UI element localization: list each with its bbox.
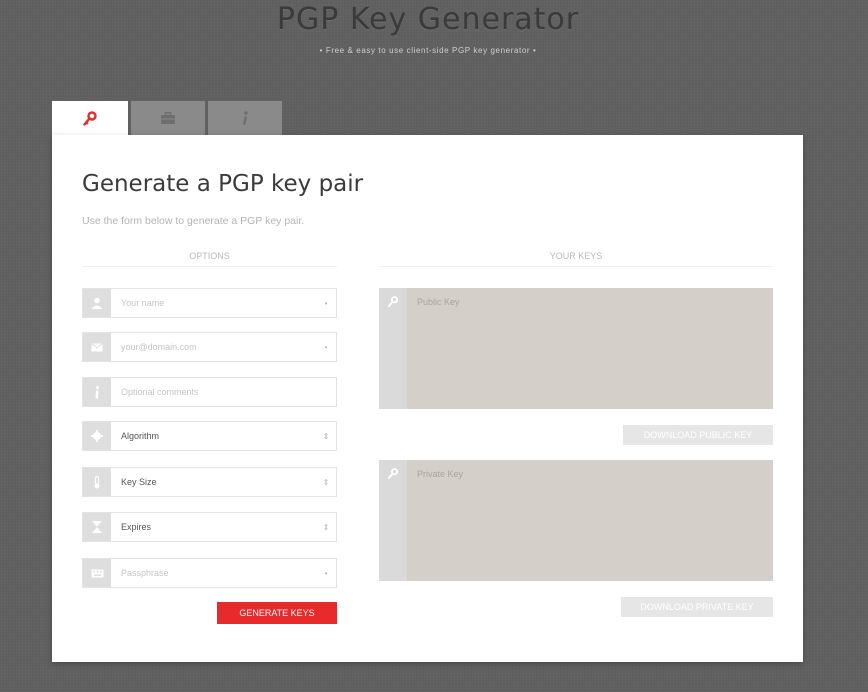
page-title: Generate a PGP key pair (82, 171, 364, 197)
private-key-placeholder: Private Key (417, 469, 464, 479)
download-private-key-button[interactable]: DOWNLOAD PRIVATE KEY (621, 597, 773, 617)
algorithm-select[interactable]: Algorithm ⇕ (82, 421, 337, 451)
tab-tools[interactable] (131, 101, 205, 136)
email-input[interactable]: your@domain.com (111, 342, 316, 352)
algorithm-value: Algorithm (121, 431, 160, 441)
key-icon (379, 288, 407, 409)
required-mark: • (324, 342, 328, 352)
passphrase-input[interactable]: Passphrase (111, 568, 316, 578)
required-mark: • (324, 568, 328, 578)
tab-generate[interactable] (52, 101, 128, 136)
your-keys-header: YOUR KEYS (379, 251, 773, 267)
tab-info[interactable] (208, 101, 282, 136)
key-icon (83, 110, 97, 126)
expires-value: Expires (121, 522, 152, 532)
public-key-placeholder: Public Key (417, 297, 460, 307)
required-mark: • (324, 298, 328, 308)
key-size-value: Key Size (121, 477, 157, 487)
user-icon (83, 289, 111, 317)
comments-field[interactable]: Optional comments (82, 377, 337, 407)
name-input[interactable]: Your name (111, 298, 316, 308)
select-arrow-icon: ⇕ (322, 522, 330, 532)
select-arrow-icon: ⇕ (322, 431, 330, 441)
options-header: OPTIONS (82, 251, 337, 267)
key-icon (379, 460, 407, 581)
public-key-textarea[interactable]: Public Key (379, 288, 773, 409)
thermometer-icon (83, 468, 111, 496)
comments-input[interactable]: Optional comments (111, 387, 336, 397)
keyboard-icon (83, 559, 111, 587)
download-public-key-button[interactable]: DOWNLOAD PUBLIC KEY (623, 425, 773, 445)
email-field[interactable]: your@domain.com • (82, 332, 337, 362)
expires-select[interactable]: Expires ⇕ (82, 512, 337, 542)
envelope-icon (83, 333, 111, 361)
hourglass-icon (83, 513, 111, 541)
info-icon (83, 378, 111, 406)
name-field[interactable]: Your name • (82, 288, 337, 318)
info-icon (243, 111, 248, 125)
private-key-textarea[interactable]: Private Key (379, 460, 773, 581)
site-subtitle: • Free & easy to use client-side PGP key… (319, 46, 537, 55)
intro-text: Use the form below to generate a PGP key… (82, 215, 305, 227)
site-title: PGP Key Generator (276, 2, 580, 37)
generator-panel: Generate a PGP key pair Use the form bel… (52, 135, 803, 662)
key-size-select[interactable]: Key Size ⇕ (82, 467, 337, 497)
generate-keys-button[interactable]: GENERATE KEYS (217, 602, 337, 624)
select-arrow-icon: ⇕ (322, 477, 330, 487)
passphrase-field[interactable]: Passphrase • (82, 558, 337, 588)
briefcase-icon (161, 112, 175, 124)
tab-bar (52, 101, 285, 136)
gear-icon (83, 422, 111, 450)
